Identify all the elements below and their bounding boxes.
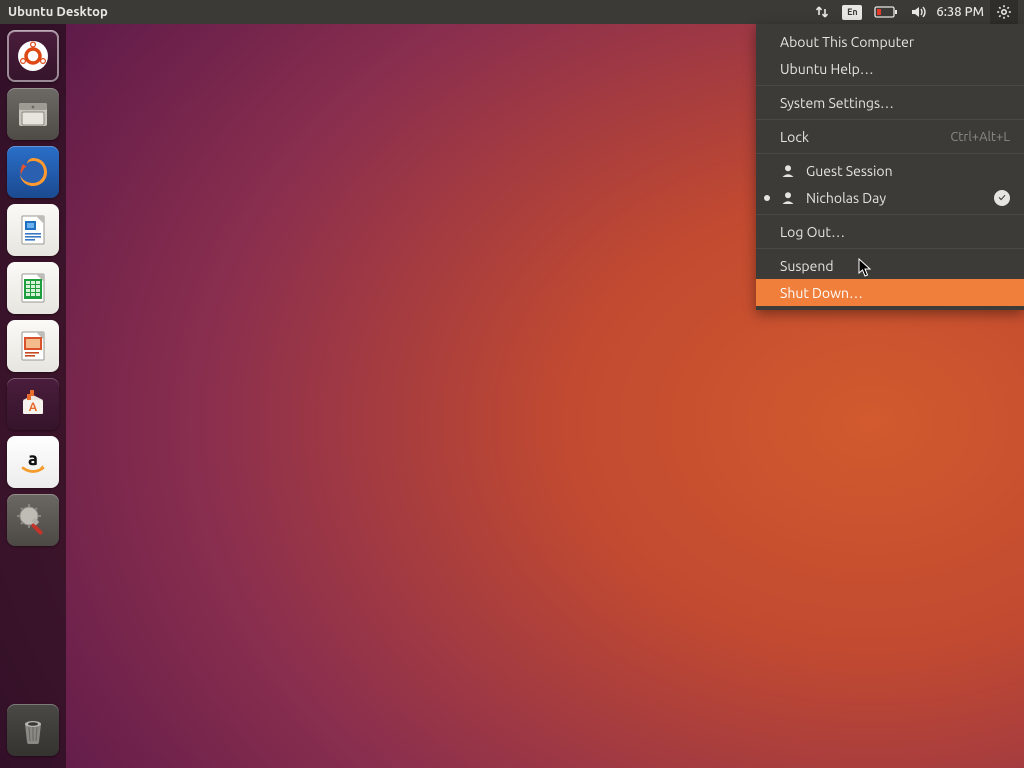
svg-text:a: a bbox=[28, 449, 38, 469]
menu-about[interactable]: About This Computer bbox=[756, 28, 1024, 55]
launcher-files[interactable] bbox=[7, 88, 59, 140]
menu-separator bbox=[756, 214, 1024, 215]
menu-guest-label: Guest Session bbox=[806, 163, 893, 179]
launcher-settings[interactable] bbox=[7, 494, 59, 546]
launcher: A a bbox=[0, 24, 66, 768]
menu-guest-session[interactable]: Guest Session bbox=[756, 157, 1024, 184]
network-indicator[interactable] bbox=[808, 0, 836, 24]
menu-lock-shortcut: Ctrl+Alt+L bbox=[950, 130, 1010, 144]
session-indicator[interactable] bbox=[990, 0, 1018, 24]
volume-icon bbox=[910, 4, 928, 20]
menu-suspend-label: Suspend bbox=[780, 258, 834, 274]
menu-system-settings[interactable]: System Settings… bbox=[756, 89, 1024, 116]
input-method-icon: En bbox=[842, 5, 862, 20]
battery-low-icon bbox=[874, 5, 898, 19]
menu-logout[interactable]: Log Out… bbox=[756, 218, 1024, 245]
gear-icon bbox=[996, 4, 1012, 20]
menu-separator bbox=[756, 85, 1024, 86]
libreoffice-impress-icon bbox=[13, 326, 53, 366]
software-center-icon: A bbox=[13, 384, 53, 424]
battery-indicator[interactable] bbox=[868, 0, 904, 24]
check-icon: ✓ bbox=[994, 190, 1010, 206]
firefox-icon bbox=[13, 152, 53, 192]
launcher-writer[interactable] bbox=[7, 204, 59, 256]
menu-lock-label: Lock bbox=[780, 129, 809, 145]
launcher-dash[interactable] bbox=[7, 30, 59, 82]
launcher-impress[interactable] bbox=[7, 320, 59, 372]
menu-separator bbox=[756, 153, 1024, 154]
menu-lock[interactable]: Lock Ctrl+Alt+L bbox=[756, 123, 1024, 150]
file-manager-icon bbox=[13, 94, 53, 134]
settings-icon bbox=[13, 500, 53, 540]
menu-user-label: Nicholas Day bbox=[806, 190, 886, 206]
svg-text:A: A bbox=[29, 401, 38, 414]
trash-icon bbox=[13, 710, 53, 750]
menu-shutdown-label: Shut Down… bbox=[780, 285, 863, 301]
menu-help[interactable]: Ubuntu Help… bbox=[756, 55, 1024, 82]
top-panel: Ubuntu Desktop En 6:38 PM bbox=[0, 0, 1024, 24]
session-menu: About This Computer Ubuntu Help… System … bbox=[756, 24, 1024, 310]
clock-indicator[interactable]: 6:38 PM bbox=[934, 0, 990, 24]
menu-separator bbox=[756, 248, 1024, 249]
menu-help-label: Ubuntu Help… bbox=[780, 61, 874, 77]
active-bullet-icon bbox=[764, 195, 770, 201]
launcher-amazon[interactable]: a bbox=[7, 436, 59, 488]
window-title: Ubuntu Desktop bbox=[8, 5, 108, 19]
menu-shutdown[interactable]: Shut Down… bbox=[756, 279, 1024, 306]
input-method-indicator[interactable]: En bbox=[836, 0, 868, 24]
launcher-firefox[interactable] bbox=[7, 146, 59, 198]
menu-about-label: About This Computer bbox=[780, 34, 914, 50]
sound-indicator[interactable] bbox=[904, 0, 934, 24]
libreoffice-calc-icon bbox=[13, 268, 53, 308]
menu-suspend[interactable]: Suspend bbox=[756, 252, 1024, 279]
launcher-software[interactable]: A bbox=[7, 378, 59, 430]
menu-logout-label: Log Out… bbox=[780, 224, 845, 240]
user-icon bbox=[780, 190, 796, 206]
network-updown-icon bbox=[814, 4, 830, 20]
ubuntu-logo-icon bbox=[13, 36, 53, 76]
launcher-calc[interactable] bbox=[7, 262, 59, 314]
menu-system-settings-label: System Settings… bbox=[780, 95, 894, 111]
launcher-trash[interactable] bbox=[7, 704, 59, 756]
menu-separator bbox=[756, 119, 1024, 120]
user-icon bbox=[780, 163, 796, 179]
menu-current-user[interactable]: Nicholas Day ✓ bbox=[756, 184, 1024, 211]
amazon-icon: a bbox=[13, 442, 53, 482]
libreoffice-writer-icon bbox=[13, 210, 53, 250]
